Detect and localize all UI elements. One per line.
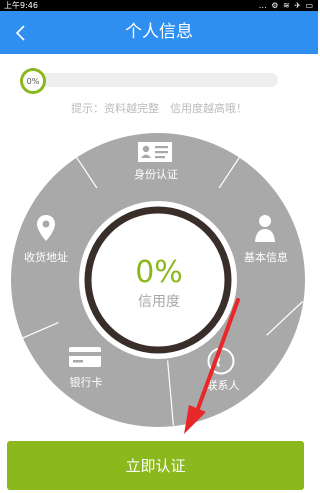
red-arrow-annotation (184, 298, 240, 434)
